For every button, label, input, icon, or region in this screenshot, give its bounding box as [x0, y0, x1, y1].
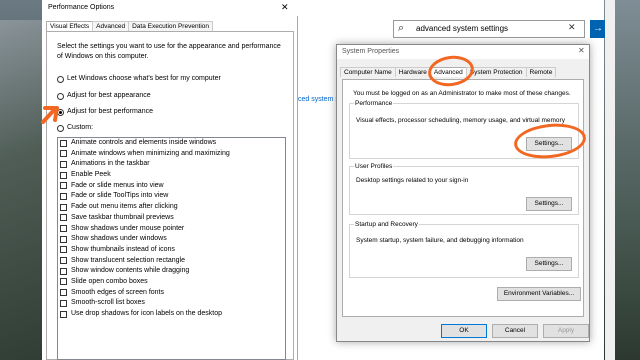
- checklist-row[interactable]: Animations in the taskbar: [58, 159, 285, 170]
- checklist-row[interactable]: Show thumbnails instead of icons: [58, 245, 285, 256]
- checkbox[interactable]: [60, 310, 67, 318]
- radio-let-windows-choose[interactable]: [57, 76, 64, 83]
- radio-label-custom: Custom:: [67, 124, 94, 131]
- tab-hardware[interactable]: Hardware: [394, 67, 431, 77]
- checkbox-label: Animate windows when minimizing and maxi…: [71, 149, 230, 157]
- checkbox-label: Show translucent selection rectangle: [71, 256, 186, 264]
- radio-label-best-appearance: Adjust for best appearance: [67, 92, 151, 99]
- checkbox-label: Fade or slide ToolTips into view: [71, 192, 169, 200]
- startup-recovery-description: System startup, system failure, and debu…: [356, 237, 524, 244]
- checkbox[interactable]: [60, 160, 67, 168]
- tab-visual-effects[interactable]: Visual Effects: [46, 21, 94, 31]
- checkbox[interactable]: [60, 235, 67, 243]
- checkbox[interactable]: [60, 289, 67, 297]
- checklist-row[interactable]: Show shadows under mouse pointer: [58, 224, 285, 235]
- checklist-row[interactable]: Animate controls and elements inside win…: [58, 138, 285, 149]
- checkbox-label: Show shadows under mouse pointer: [71, 224, 185, 232]
- search-icon: ⌕: [398, 22, 405, 34]
- clear-search-icon[interactable]: ✕: [568, 22, 576, 33]
- cancel-button[interactable]: Cancel: [492, 324, 538, 338]
- checkbox[interactable]: [60, 278, 67, 286]
- radio-label-let-windows-choose: Let Windows choose what's best for my co…: [67, 75, 221, 82]
- checklist-row[interactable]: Save taskbar thumbnail previews: [58, 213, 285, 224]
- tab-data-execution-prevention[interactable]: Data Execution Prevention: [128, 21, 214, 31]
- radio-custom[interactable]: [57, 125, 64, 132]
- ok-button[interactable]: OK: [441, 324, 487, 338]
- checkbox[interactable]: [60, 203, 67, 211]
- checkbox[interactable]: [60, 139, 67, 147]
- checklist-row[interactable]: Fade or slide ToolTips into view: [58, 191, 285, 202]
- tab-system-protection[interactable]: System Protection: [465, 67, 527, 77]
- checkbox-label: Enable Peek: [71, 171, 111, 179]
- checkbox-label: Fade out menu items after clicking: [71, 203, 178, 211]
- explorer-scrollbar[interactable]: [605, 0, 615, 360]
- annotation-arrow: [41, 106, 59, 124]
- checklist-row[interactable]: Fade out menu items after clicking: [58, 202, 285, 213]
- sys-window-title: System Properties: [342, 48, 400, 55]
- checkbox[interactable]: [60, 192, 67, 200]
- checkbox-label: Slide open combo boxes: [71, 277, 148, 285]
- performance-description: Visual effects, processor scheduling, me…: [356, 117, 565, 124]
- checkbox[interactable]: [60, 267, 67, 275]
- checklist-row[interactable]: Use drop shadows for icon labels on the …: [58, 309, 285, 320]
- checklist-row[interactable]: Smooth edges of screen fonts: [58, 288, 285, 299]
- startup-recovery-legend: Startup and Recovery: [355, 221, 418, 228]
- checklist-row[interactable]: Smooth-scroll list boxes: [58, 298, 285, 309]
- checkbox[interactable]: [60, 171, 67, 179]
- checklist-row[interactable]: Fade or slide menus into view: [58, 181, 285, 192]
- checkbox-label: Use drop shadows for icon labels on the …: [71, 310, 222, 317]
- checklist-row[interactable]: Animate windows when minimizing and maxi…: [58, 149, 285, 160]
- checkbox-label: Smooth-scroll list boxes: [71, 299, 145, 307]
- checkbox-label: Save taskbar thumbnail previews: [71, 213, 174, 221]
- close-icon[interactable]: ✕: [578, 46, 585, 55]
- visual-effects-description: Select the settings you want to use for …: [57, 43, 281, 60]
- checkbox[interactable]: [60, 246, 67, 254]
- checkbox[interactable]: [60, 182, 67, 190]
- tab-remote[interactable]: Remote: [525, 67, 557, 77]
- checkbox[interactable]: [60, 257, 67, 265]
- environment-variables-button[interactable]: Environment Variables...: [497, 287, 581, 301]
- tab-advanced[interactable]: Advanced: [92, 21, 130, 31]
- performance-legend: Performance: [355, 100, 393, 107]
- close-icon[interactable]: ✕: [281, 2, 289, 13]
- checkbox-label: Fade or slide menus into view: [71, 181, 164, 189]
- admin-note: You must be logged on as an Administrato…: [353, 90, 571, 97]
- startup-recovery-settings-button[interactable]: Settings...: [526, 257, 572, 271]
- visual-effects-checklist: Animate controls and elements inside win…: [57, 137, 286, 360]
- arrow-right-icon: →: [593, 23, 603, 34]
- search-go-button[interactable]: →: [590, 20, 606, 38]
- checkbox-label: Show thumbnails instead of icons: [71, 245, 175, 253]
- perf-window-title: Performance Options: [48, 4, 115, 11]
- checkbox-label: Animate controls and elements inside win…: [71, 139, 217, 146]
- checkbox-label: Show window contents while dragging: [71, 267, 190, 275]
- apply-button[interactable]: Apply: [543, 324, 589, 338]
- user-profiles-settings-button[interactable]: Settings...: [526, 197, 572, 211]
- checklist-row[interactable]: Enable Peek: [58, 170, 285, 181]
- checklist-row[interactable]: Show translucent selection rectangle: [58, 256, 285, 267]
- tab-computer-name[interactable]: Computer Name: [340, 67, 396, 77]
- checkbox[interactable]: [60, 299, 67, 307]
- checklist-row[interactable]: Show shadows under windows: [58, 234, 285, 245]
- checkbox-label: Smooth edges of screen fonts: [71, 288, 164, 296]
- search-query[interactable]: advanced system settings: [416, 24, 508, 33]
- checkbox-label: Show shadows under windows: [71, 235, 167, 243]
- user-profiles-description: Desktop settings related to your sign-in: [356, 177, 469, 184]
- checkbox-label: Animations in the taskbar: [71, 160, 150, 168]
- checkbox[interactable]: [60, 150, 67, 158]
- checkbox[interactable]: [60, 225, 67, 232]
- user-profiles-legend: User Profiles: [355, 163, 393, 170]
- checklist-row[interactable]: Show window contents while dragging: [58, 266, 285, 277]
- radio-label-best-performance: Adjust for best performance: [67, 108, 153, 115]
- checklist-row[interactable]: Slide open combo boxes: [58, 277, 285, 288]
- checkbox[interactable]: [60, 214, 67, 222]
